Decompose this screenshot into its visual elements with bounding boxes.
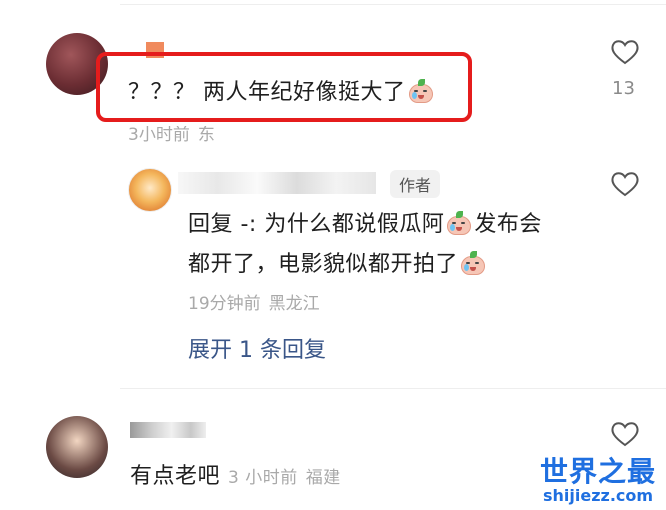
redacted-username: [178, 172, 376, 194]
comment-time: 3小时前: [128, 125, 190, 145]
watermark-logo: 世界之最: [540, 455, 657, 488]
watermark-domain: shijiezz.com: [543, 486, 654, 505]
redacted-username: [130, 422, 206, 438]
reply-text-line2[interactable]: 都开了，电影貌似都开拍了: [188, 246, 488, 278]
highlight-box: [96, 52, 472, 122]
comment-location: 东: [197, 125, 215, 145]
like-count: 13: [612, 78, 635, 99]
heart-outline-icon[interactable]: [610, 38, 640, 66]
comment-text[interactable]: 有点老吧 3 小时前 福建: [130, 458, 349, 490]
heart-outline-icon[interactable]: [610, 170, 640, 198]
crying-face-emoji-icon: [446, 211, 472, 235]
comment-meta: 3小时前东: [128, 125, 223, 145]
section-divider: [120, 388, 666, 389]
reply-meta: 19分钟前 黑龙江: [188, 289, 328, 314]
reply-text-line1[interactable]: 回复 -: 为什么都说假瓜阿 发布会: [188, 206, 542, 238]
top-divider: [120, 4, 666, 5]
comment-time: 3 小时前: [228, 468, 298, 488]
reply-location: 黑龙江: [268, 294, 320, 314]
author-badge: 作者: [390, 170, 441, 198]
crying-face-emoji-icon: [460, 251, 486, 275]
heart-outline-icon[interactable]: [610, 420, 640, 448]
avatar[interactable]: [46, 416, 108, 478]
comment-location: 福建: [305, 468, 341, 488]
expand-replies-link[interactable]: 展开 1 条回复: [188, 332, 326, 364]
reply-time: 19分钟前: [188, 294, 261, 314]
reply-avatar[interactable]: [128, 168, 172, 212]
